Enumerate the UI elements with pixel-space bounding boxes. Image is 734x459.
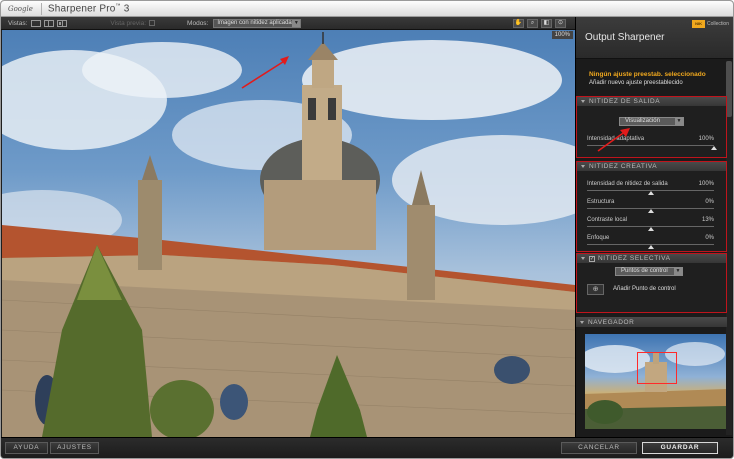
local-contrast-slider[interactable]: Contraste local 13% xyxy=(587,217,714,233)
slider-value: 0% xyxy=(705,235,714,241)
panel-header: Output Sharpener NIK Collection xyxy=(576,17,733,59)
selective-sharpening-header[interactable]: ✓ NITIDEZ SELECTIVA xyxy=(577,254,726,263)
adaptive-strength-slider[interactable]: Intensidad adaptativa 100% xyxy=(587,136,717,152)
cancel-button[interactable]: CANCELAR xyxy=(561,442,637,454)
selective-sharpening-body: Puntos de control ▼ ⊕ Añadir Punto de co… xyxy=(577,263,726,312)
view-toolbar: Vistas: Vista previa: Modos: Imagen con … xyxy=(1,17,575,30)
preview-label: Vista previa: xyxy=(110,19,147,27)
selective-sharpening-checkbox[interactable]: ✓ xyxy=(589,255,595,262)
navigator-viewport-rect[interactable] xyxy=(637,352,677,384)
app-version: 3 xyxy=(120,3,130,15)
app-window: Google Sharpener Pro™ 3 Vistas: Vista pr… xyxy=(0,0,734,459)
side-by-side-view-button[interactable] xyxy=(57,19,68,27)
compare-icon[interactable]: ◧ xyxy=(541,18,552,28)
slider-label: Intensidad de nitidez de salida xyxy=(587,181,668,187)
creative-sharpening-header[interactable]: NITIDEZ CREATIVA xyxy=(577,162,726,171)
image-preview[interactable]: 100% xyxy=(2,30,575,437)
display-type-value: Visualización xyxy=(625,118,660,124)
panel-title: Output Sharpener xyxy=(585,32,665,43)
slider-value: 100% xyxy=(698,136,714,142)
slider-track[interactable] xyxy=(587,145,714,146)
structure-slider[interactable]: Estructura 0% xyxy=(587,199,714,215)
output-sharpening-title: NITIDEZ DE SALIDA xyxy=(589,98,661,105)
save-button[interactable]: GUARDAR xyxy=(642,442,718,454)
collapse-triangle-icon xyxy=(581,100,585,103)
output-sharpening-strength-slider[interactable]: Intensidad de nitidez de salida 100% xyxy=(587,181,714,197)
selective-sharpening-title: NITIDEZ SELECTIVA xyxy=(598,255,671,262)
output-sharpening-section: NITIDEZ DE SALIDA Visualización ▼ Intens… xyxy=(576,96,727,158)
slider-value: 0% xyxy=(705,199,714,205)
single-view-button[interactable] xyxy=(31,19,42,27)
creative-sharpening-body: Intensidad de nitidez de salida 100% Est… xyxy=(577,171,726,251)
chevron-down-icon: ▼ xyxy=(675,118,683,125)
preview-checkbox[interactable] xyxy=(149,20,156,26)
tool-group: ✋ ⌕ ◧ ⊙ xyxy=(513,18,566,28)
nik-logo-box: NIK xyxy=(692,20,706,28)
slider-value: 100% xyxy=(698,181,714,187)
creative-sharpening-title: NITIDEZ CREATIVA xyxy=(589,163,658,170)
slider-thumb[interactable] xyxy=(647,191,654,195)
modes-label: Modos: xyxy=(187,19,209,27)
focus-slider[interactable]: Enfoque 0% xyxy=(587,235,714,251)
loupe-icon[interactable]: ⊙ xyxy=(555,18,566,28)
bottom-bar: AYUDA AJUSTES CANCELAR GUARDAR xyxy=(1,437,733,458)
no-preset-selected-label: Ningún ajuste preestab. seleccionado xyxy=(589,71,706,78)
chevron-down-icon: ▼ xyxy=(674,268,682,275)
nik-logo-text: Collection xyxy=(707,21,729,27)
app-title: Sharpener Pro™ 3 xyxy=(48,3,130,14)
chevron-down-icon: ▼ xyxy=(292,19,301,27)
app-title-text: Sharpener Pro xyxy=(47,3,116,15)
slider-label: Enfoque xyxy=(587,235,610,241)
add-control-point-button[interactable]: ⊕ xyxy=(587,284,604,295)
views-label: Vistas: xyxy=(8,19,28,27)
settings-button[interactable]: AJUSTES xyxy=(50,442,99,454)
slider-label: Contraste local xyxy=(587,217,628,223)
zoom-level-badge: 100% xyxy=(551,31,573,39)
navigator-title: NAVEGADOR xyxy=(588,318,635,326)
display-type-select[interactable]: Visualización ▼ xyxy=(619,117,684,126)
title-bar: Google Sharpener Pro™ 3 xyxy=(1,1,733,17)
slider-value: 13% xyxy=(701,217,714,223)
slider-thumb[interactable] xyxy=(647,227,654,231)
brand-logo: Google xyxy=(8,4,33,13)
zoom-icon[interactable]: ⌕ xyxy=(527,18,538,28)
creative-sharpening-section: NITIDEZ CREATIVA Intensidad de nitidez d… xyxy=(576,161,727,252)
output-sharpening-header[interactable]: NITIDEZ DE SALIDA xyxy=(577,97,726,106)
collapse-triangle-icon xyxy=(581,257,585,260)
collapse-triangle-icon xyxy=(581,165,585,168)
slider-label: Intensidad adaptativa xyxy=(587,136,645,142)
selective-sharpening-section: ✓ NITIDEZ SELECTIVA Puntos de control ▼ … xyxy=(576,253,727,313)
control-points-select[interactable]: Puntos de control ▼ xyxy=(615,267,683,276)
hand-icon[interactable]: ✋ xyxy=(513,18,524,28)
navigator-thumbnail[interactable] xyxy=(585,334,726,429)
cathedral-photo xyxy=(2,32,575,437)
help-button[interactable]: AYUDA xyxy=(5,442,48,454)
mode-select-value: Imagen con nitidez aplicada xyxy=(217,19,292,26)
split-view-button[interactable] xyxy=(44,19,55,27)
title-divider xyxy=(40,2,42,15)
nik-collection-logo: NIK Collection xyxy=(692,20,729,28)
output-sharpening-body: Visualización ▼ Intensidad adaptativa 10… xyxy=(577,106,726,157)
mode-select[interactable]: Imagen con nitidez aplicada ▼ xyxy=(213,18,302,28)
add-preset-link[interactable]: Añadir nuevo ajuste preestablecido xyxy=(589,80,683,86)
navigator-header[interactable]: NAVEGADOR xyxy=(576,317,727,327)
slider-thumb[interactable] xyxy=(647,209,654,213)
collapse-triangle-icon xyxy=(580,320,584,324)
slider-thumb[interactable] xyxy=(647,245,654,249)
add-control-point-label[interactable]: Añadir Punto de control xyxy=(613,286,676,292)
control-points-value: Puntos de control xyxy=(621,268,668,274)
settings-panel: Output Sharpener NIK Collection Ningún a… xyxy=(575,17,733,437)
slider-label: Estructura xyxy=(587,199,615,205)
slider-thumb[interactable] xyxy=(711,146,717,150)
